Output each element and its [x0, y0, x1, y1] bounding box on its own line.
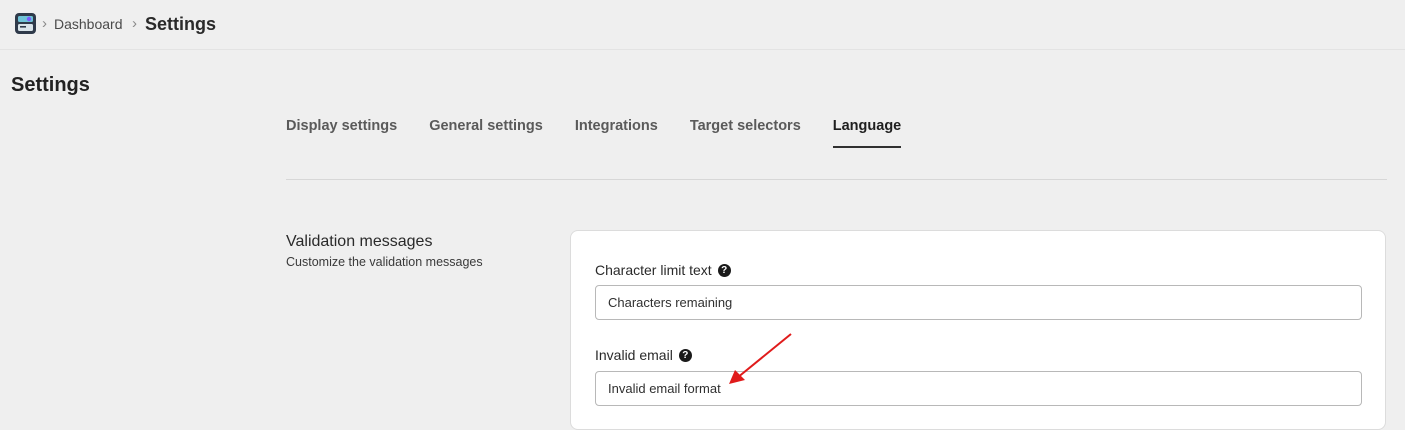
top-bar: › Dashboard › Settings [0, 0, 1405, 50]
breadcrumb-current: Settings [145, 14, 217, 34]
section-title: Validation messages [286, 233, 433, 250]
tab-general-settings[interactable]: General settings [429, 117, 543, 148]
invalid-email-input[interactable] [595, 371, 1362, 406]
settings-tabs: Display settings General settings Integr… [286, 117, 902, 148]
breadcrumb-separator: › [132, 15, 137, 32]
invalid-email-label-text: Invalid email [595, 347, 673, 363]
question-circle-icon[interactable]: ? [717, 263, 731, 277]
breadcrumb-dashboard-link[interactable]: Dashboard [54, 15, 123, 33]
character-limit-label: Character limit text ? [595, 261, 731, 279]
tab-display-settings[interactable]: Display settings [286, 117, 397, 148]
section-description: Customize the validation messages [286, 255, 483, 269]
breadcrumb-separator: › [42, 15, 47, 32]
tab-language[interactable]: Language [832, 117, 902, 148]
tab-integrations[interactable]: Integrations [575, 117, 658, 148]
character-limit-label-text: Character limit text [595, 262, 712, 278]
tab-target-selectors[interactable]: Target selectors [690, 117, 801, 148]
page-title: Settings [11, 74, 90, 96]
character-limit-input[interactable] [595, 285, 1362, 320]
validation-messages-card: Character limit text ? Invalid email ? [570, 230, 1386, 430]
tabs-divider [286, 179, 1387, 180]
question-circle-icon[interactable]: ? [678, 348, 692, 362]
app-logo-icon[interactable] [15, 13, 36, 34]
invalid-email-label: Invalid email ? [595, 346, 692, 364]
